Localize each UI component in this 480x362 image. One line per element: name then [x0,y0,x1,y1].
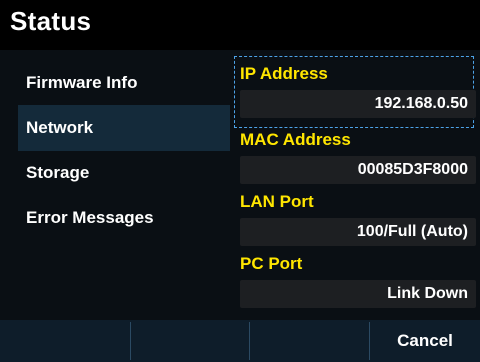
status-body: Firmware Info Network Storage Error Mess… [0,50,480,320]
ip-address-label: IP Address [240,64,328,83]
sidebar-item-network[interactable]: Network [18,105,230,151]
lan-port-value[interactable]: 100/Full (Auto) [240,218,476,246]
mac-address-value[interactable]: 00085D3F8000 [240,156,476,184]
cancel-button[interactable]: Cancel [370,320,480,362]
pc-port-value[interactable]: Link Down [240,280,476,308]
sidebar-item-firmware-info[interactable]: Firmware Info [18,60,230,106]
title-bar: Status [0,0,480,48]
network-details: IP Address 192.168.0.50 MAC Address 0008… [232,50,480,320]
phone-screen: Status Firmware Info Network Storage Err… [0,0,480,362]
softkey-1[interactable] [0,320,130,362]
lan-port-label: LAN Port [240,192,314,211]
pc-port-label: PC Port [240,254,303,273]
softkey-3[interactable] [250,320,369,362]
softkey-2[interactable] [131,320,249,362]
ip-address-value[interactable]: 192.168.0.50 [240,90,476,118]
sidebar-item-error-messages[interactable]: Error Messages [18,195,230,241]
status-sidebar: Firmware Info Network Storage Error Mess… [0,50,230,320]
page-title: Status [10,6,92,36]
sidebar-item-storage[interactable]: Storage [18,150,230,196]
softkey-bar: Cancel [0,320,480,362]
mac-address-label: MAC Address [240,130,351,149]
